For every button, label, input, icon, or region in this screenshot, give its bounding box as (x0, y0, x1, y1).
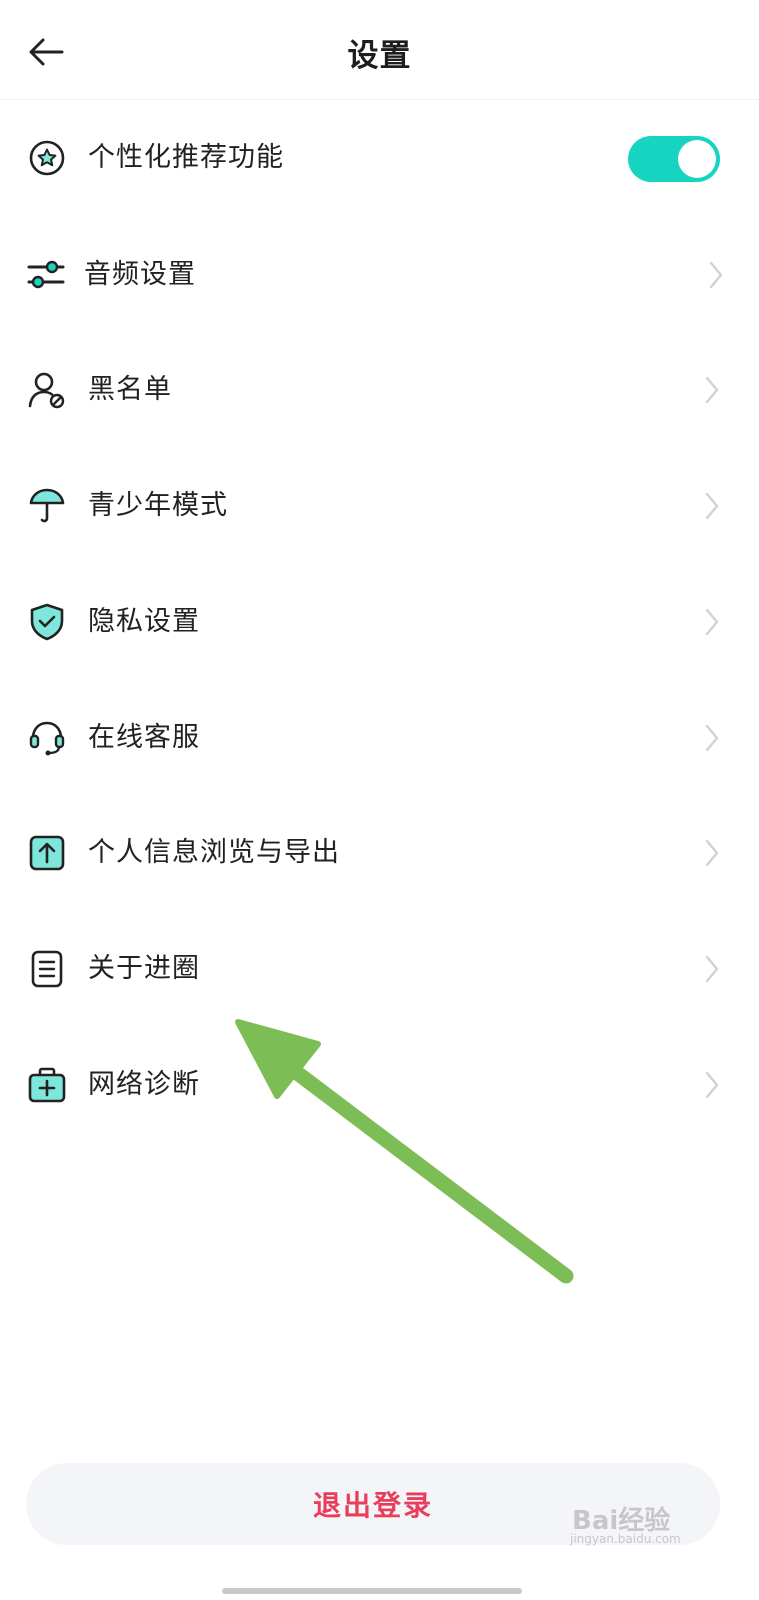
setting-label-teen-mode: 青少年模式 (88, 490, 228, 521)
chevron-right-icon (700, 951, 724, 987)
toggle-knob (678, 140, 716, 178)
setting-row-personal-info-export[interactable]: 个人信息浏览与导出 (0, 813, 759, 893)
header: 设置 (0, 0, 759, 100)
setting-row-network-diagnosis[interactable]: 网络诊断 (0, 1045, 759, 1125)
medical-kit-icon (27, 1065, 67, 1105)
user-blocked-icon (27, 370, 67, 410)
star-circle-icon (27, 138, 67, 178)
setting-label-about: 关于进圈 (88, 953, 200, 984)
setting-label-network-diagnosis: 网络诊断 (88, 1069, 200, 1100)
document-icon (27, 949, 67, 989)
chevron-right-icon (700, 835, 724, 871)
shield-check-icon (27, 602, 67, 642)
chevron-right-icon (700, 488, 724, 524)
chevron-right-icon (700, 372, 724, 408)
settings-page: 设置 个性化推荐功能 音频设置 黑名单 青少年模式 隐私设置 在线客服 个人信息… (0, 0, 759, 1600)
chevron-right-icon (700, 720, 724, 756)
headset-icon (27, 718, 67, 758)
sliders-icon (27, 255, 67, 295)
setting-row-about[interactable]: 关于进圈 (0, 929, 759, 1009)
setting-label-customer-service: 在线客服 (88, 722, 200, 753)
setting-label-blacklist: 黑名单 (88, 374, 172, 405)
setting-row-audio[interactable]: 音频设置 (0, 235, 759, 315)
chevron-right-icon (700, 604, 724, 640)
setting-label-personal-info-export: 个人信息浏览与导出 (88, 837, 340, 868)
chevron-right-icon (700, 1067, 724, 1103)
setting-row-privacy[interactable]: 隐私设置 (0, 582, 759, 662)
setting-row-customer-service[interactable]: 在线客服 (0, 698, 759, 778)
personalized-toggle[interactable] (628, 136, 720, 182)
setting-row-teen-mode[interactable]: 青少年模式 (0, 466, 759, 546)
setting-row-blacklist[interactable]: 黑名单 (0, 350, 759, 430)
setting-label-privacy: 隐私设置 (88, 606, 200, 637)
logout-label: 退出登录 (312, 1489, 433, 1522)
setting-label-personalized: 个性化推荐功能 (88, 142, 284, 173)
umbrella-icon (27, 486, 67, 526)
home-indicator (222, 1588, 522, 1594)
setting-label-audio: 音频设置 (84, 259, 196, 290)
chevron-right-icon (704, 257, 728, 293)
watermark-url: jingyan.baidu.com (570, 1532, 681, 1546)
page-title: 设置 (347, 38, 412, 74)
export-upload-icon (27, 833, 67, 873)
